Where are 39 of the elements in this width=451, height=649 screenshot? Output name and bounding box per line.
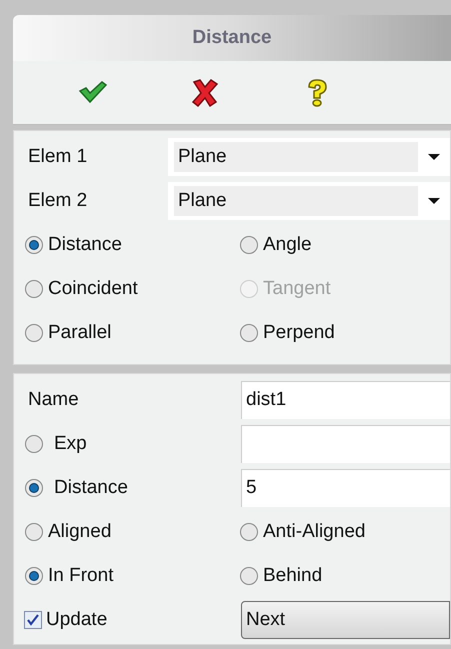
checkbox[interactable]: [24, 611, 42, 629]
option-label: Distance: [54, 476, 128, 500]
input-field[interactable]: 5: [241, 469, 450, 507]
option-label: Perpend: [263, 320, 335, 345]
input-field[interactable]: [241, 425, 450, 463]
radio-button[interactable]: [24, 522, 44, 542]
input-field[interactable]: dist1: [241, 381, 450, 419]
option-label: Behind: [263, 564, 322, 588]
dialog-title: Distance: [192, 26, 272, 50]
dropdown-value: Plane: [174, 186, 418, 216]
dropdown-value: Plane: [174, 142, 418, 172]
option-label: Coincident: [48, 276, 138, 301]
option-label: Angle: [263, 232, 312, 257]
cross-icon: [189, 76, 221, 108]
option-label: Aligned: [48, 520, 112, 544]
field-label: Elem 1: [28, 144, 88, 169]
option-label: Update: [46, 608, 108, 632]
field-label: Name: [27, 388, 80, 412]
radio-button[interactable]: [239, 323, 259, 343]
option-label: Parallel: [48, 320, 112, 345]
dropdown[interactable]: Plane: [168, 182, 450, 220]
radio-button[interactable]: [24, 235, 44, 255]
option-label: Distance: [48, 232, 122, 257]
radio-button[interactable]: [239, 566, 259, 586]
radio-button[interactable]: [24, 279, 44, 299]
next-button[interactable]: Next: [241, 601, 450, 639]
option-label: In Front: [48, 564, 114, 588]
option-label: Tangent: [263, 276, 331, 301]
option-label: Exp: [54, 432, 87, 456]
dropdown[interactable]: Plane: [168, 138, 450, 176]
check-icon: [26, 613, 40, 627]
option-label: Anti-Aligned: [263, 520, 366, 544]
radio-button[interactable]: [24, 323, 44, 343]
radio-button[interactable]: [24, 566, 44, 586]
radio-button[interactable]: [239, 522, 259, 542]
radio-button[interactable]: [239, 235, 259, 255]
radio-button[interactable]: [24, 434, 44, 454]
field-label: Elem 2: [28, 188, 88, 213]
radio-button[interactable]: [24, 478, 44, 498]
